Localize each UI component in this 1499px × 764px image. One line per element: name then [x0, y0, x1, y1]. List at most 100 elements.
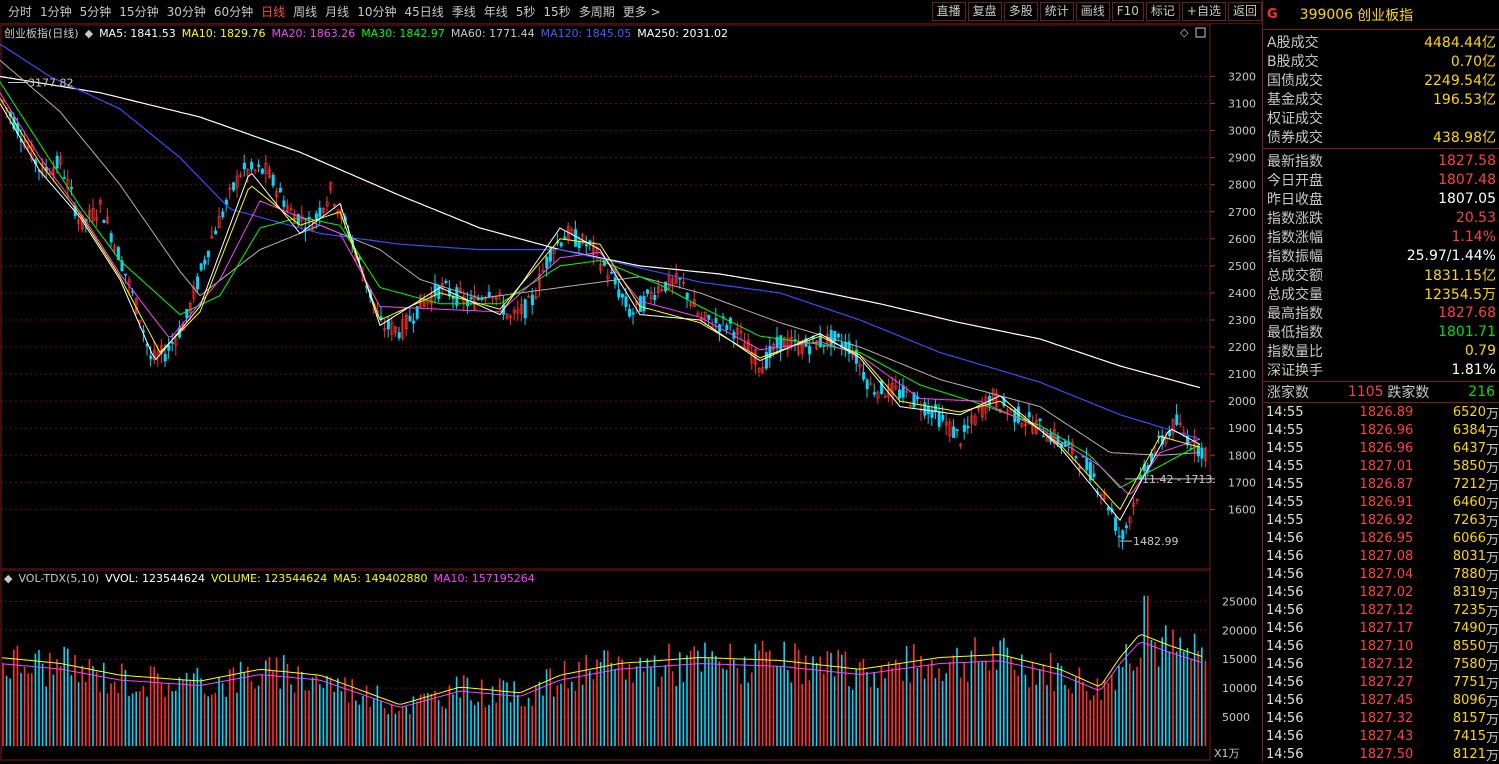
turnover-value: 2249.54亿 [1424, 70, 1496, 90]
candle-body [808, 346, 812, 355]
volume-chart[interactable]: 25000 20000 15000 10000 5000 X1万 [0, 570, 1262, 761]
candle-body [545, 256, 549, 269]
stat-label: 指数振幅 [1267, 248, 1323, 265]
candle-body [455, 287, 459, 306]
volume-title-icon[interactable]: ◆ [4, 572, 12, 585]
candle-body [610, 272, 614, 274]
period-tab[interactable]: 15分钟 [115, 0, 162, 24]
period-tabs: 分时 1分钟 5分钟 15分钟 30分钟 60分钟 日线 周线 月线 10分钟 45日线 季线 年线 5秒… [4, 0, 665, 24]
chart-diamond-icon[interactable]: ◇ [1180, 26, 1189, 39]
candle-body [898, 389, 902, 399]
tick-volume: 8096 [1452, 692, 1486, 708]
ma-legend-item: MA30: 1842.97 [361, 26, 445, 40]
tick-unit: 万 [1485, 424, 1499, 440]
volume-y-label: 20000 [1222, 624, 1257, 637]
candle-body [955, 429, 959, 431]
candle-body [232, 182, 236, 191]
tick-row: 14:56 1827.02 8319 万 [1263, 583, 1499, 602]
candle-body [1175, 414, 1179, 425]
tick-time: 14:56 [1266, 746, 1304, 762]
stat-value: 1.14% [1451, 228, 1496, 245]
period-tab[interactable]: 更多 > [619, 0, 665, 24]
period-tab[interactable]: 10分钟 [353, 0, 400, 24]
stat-label: 最新指数 [1267, 153, 1323, 170]
candle-body [941, 414, 945, 421]
stat-value: 12354.5万 [1424, 286, 1496, 303]
tick-unit: 万 [1485, 622, 1499, 638]
tick-time: 14:56 [1266, 620, 1304, 636]
candle-body [260, 168, 264, 174]
candle-body [278, 187, 282, 193]
ma-legend-item: MA250: 2031.02 [637, 26, 728, 40]
period-tab[interactable]: 日线 [257, 0, 289, 24]
period-tab[interactable]: 45日线 [400, 0, 447, 24]
turnover-row: 债券成交 438.98亿 [1263, 127, 1499, 146]
turnover-row: 国债成交 2249.54亿 [1263, 70, 1499, 89]
period-tab[interactable]: 5秒 [512, 0, 540, 24]
candle-body [1074, 456, 1078, 459]
tool-button[interactable]: F10 [1111, 2, 1144, 21]
candle-body [1124, 525, 1128, 528]
tick-time: 14:56 [1266, 602, 1304, 618]
period-tab[interactable]: 1分钟 [36, 0, 76, 24]
candle-body [638, 296, 642, 312]
tool-button[interactable]: 复盘 [967, 2, 1002, 21]
tool-button[interactable]: 直播 [931, 2, 966, 21]
tool-button[interactable]: 统计 [1039, 2, 1074, 21]
tick-volume: 6384 [1452, 422, 1486, 438]
tick-list[interactable]: 14:55 1826.89 6520 万 14:55 1826.96 6384 万 14:55 1… [1263, 403, 1499, 764]
y-tick-label: 2300 [1228, 314, 1256, 327]
tick-time: 14:56 [1266, 710, 1304, 726]
candle-body [685, 292, 689, 300]
candle-body [714, 317, 718, 324]
candle-body [523, 299, 527, 319]
stat-label: 总成交量 [1267, 286, 1323, 303]
volume-legend-item: MA10: 157195264 [433, 572, 535, 585]
decline-label: 跌家数 [1387, 385, 1430, 401]
tick-price: 1827.43 [1359, 728, 1414, 744]
tool-button[interactable]: +自选 [1181, 2, 1226, 21]
y-tick-label: 2600 [1228, 233, 1256, 246]
legend-diamond-icon[interactable]: ◆ [85, 27, 93, 40]
period-tab[interactable]: 分时 [4, 0, 36, 24]
candle-body [617, 289, 621, 298]
turnover-amount: 2249.54 [1424, 72, 1482, 89]
period-tab[interactable]: 15秒 [539, 0, 574, 24]
period-tab[interactable]: 季线 [448, 0, 480, 24]
tick-row: 14:55 1826.92 7263 万 [1263, 511, 1499, 530]
tick-row: 14:56 1827.12 7580 万 [1263, 655, 1499, 674]
tick-row: 14:56 1827.27 7751 万 [1263, 673, 1499, 692]
high-annotation: 3177.82 [28, 76, 74, 89]
tick-volume: 7235 [1452, 602, 1486, 618]
tool-button[interactable]: 多股 [1003, 2, 1038, 21]
tool-button[interactable]: 标记 [1145, 2, 1180, 21]
turnover-unit: 亿 [1482, 34, 1496, 51]
kline-chart[interactable]: 3200 3100 3000 2900 2800 2700 2600 2500 2400 2300… [0, 24, 1262, 570]
tick-volume: 7263 [1452, 512, 1486, 528]
y-tick-label: 2700 [1228, 206, 1256, 219]
stat-row: 今日开盘 1807.48 [1263, 170, 1499, 189]
period-tab[interactable]: 周线 [289, 0, 321, 24]
stat-row: 总成交额 1831.15亿 [1263, 265, 1499, 284]
candle-body [577, 241, 581, 249]
candle-body [707, 314, 711, 320]
period-tab[interactable]: 60分钟 [210, 0, 257, 24]
candle-body [1200, 447, 1204, 459]
period-tab[interactable]: 5分钟 [76, 0, 116, 24]
tick-row: 14:56 1827.43 7415 万 [1263, 727, 1499, 746]
period-tab[interactable]: 月线 [321, 0, 353, 24]
candle-body [937, 411, 941, 427]
stat-label: 指数量比 [1267, 343, 1323, 360]
tick-row: 14:55 1826.96 6384 万 [1263, 421, 1499, 440]
tick-time: 14:55 [1266, 458, 1304, 474]
advance-decline-row: 涨家数 1105 跌家数 216 [1263, 382, 1499, 403]
stat-row: 最低指数 1801.71 [1263, 322, 1499, 341]
period-tab[interactable]: 30分钟 [163, 0, 210, 24]
tool-button[interactable]: 返回 [1227, 2, 1262, 21]
tick-volume: 6066 [1452, 530, 1486, 546]
period-tab[interactable]: 年线 [480, 0, 512, 24]
tick-price: 1827.04 [1359, 566, 1414, 582]
tick-time: 14:56 [1266, 674, 1304, 690]
period-tab[interactable]: 多周期 [575, 0, 619, 24]
tool-button[interactable]: 画线 [1075, 2, 1110, 21]
